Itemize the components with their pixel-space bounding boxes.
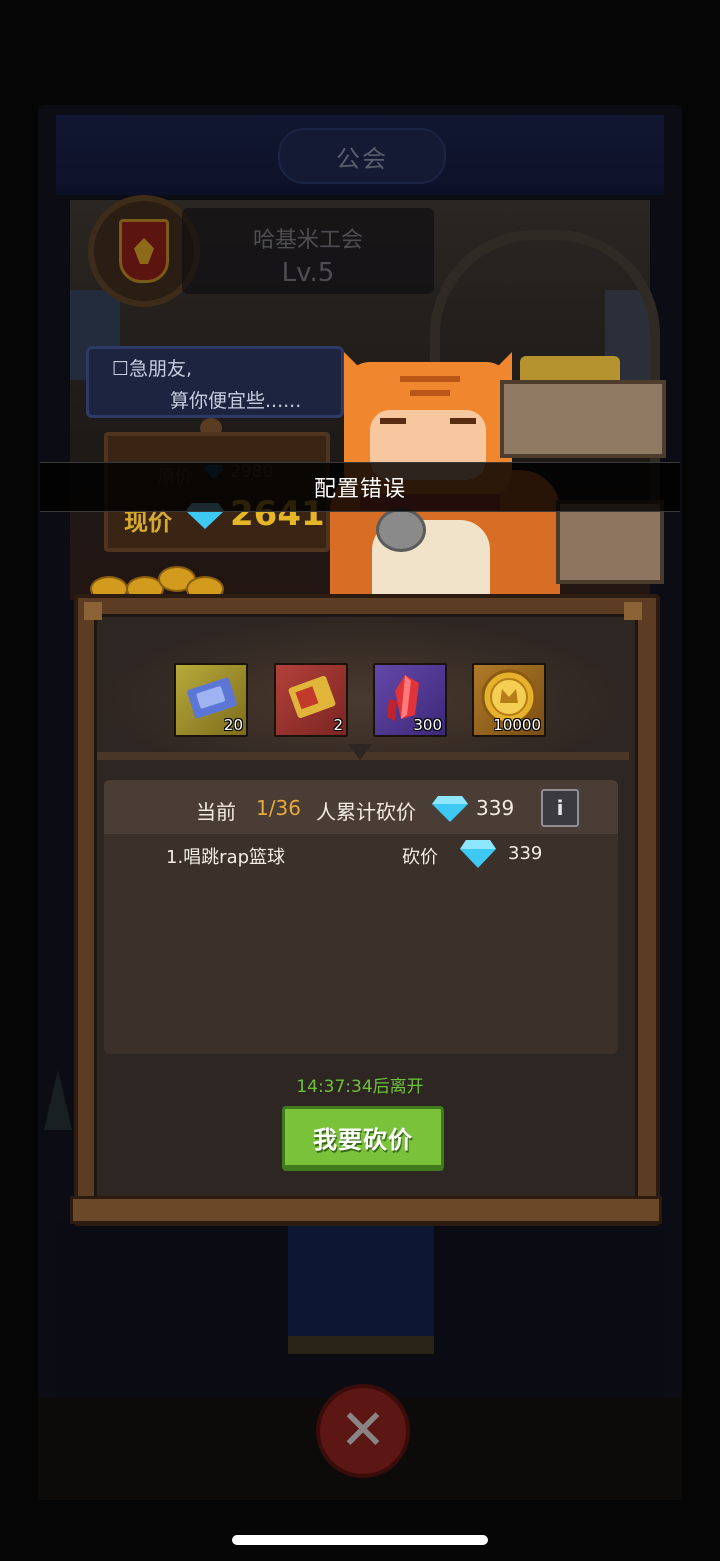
reward-gold-coin[interactable]: 10000 — [472, 663, 546, 737]
speech-line-2: 算你便宜些...... — [170, 390, 302, 412]
panel-corner — [624, 602, 642, 620]
home-indicator[interactable] — [232, 1535, 488, 1545]
current-label: 当前 — [196, 800, 236, 824]
total-cut-value: 339 — [476, 796, 515, 820]
total-cut-label: 人累计砍价 — [316, 800, 416, 824]
reward-count: 2 — [333, 716, 343, 734]
speech-line-1: ☐急朋友, — [112, 358, 193, 380]
goods-chest — [556, 500, 664, 584]
reward-red-crystal[interactable]: 300 — [373, 663, 447, 737]
reward-count: 20 — [223, 716, 243, 734]
diamond-icon — [432, 796, 468, 822]
record-action: 砍价 — [402, 847, 438, 868]
guild-banner — [288, 1218, 434, 1352]
guild-level: Lv.5 — [281, 258, 335, 288]
reward-count: 300 — [413, 716, 442, 734]
close-button[interactable]: ✕ — [316, 1384, 410, 1478]
diamond-icon — [460, 840, 496, 868]
bargain-progress: 1/36 — [256, 796, 301, 820]
error-toast: 配置错误 — [40, 462, 680, 512]
guild-banner-fringe — [288, 1336, 434, 1354]
panel-corner — [84, 602, 102, 620]
guild-title-tab: 公会 — [278, 128, 446, 184]
reward-card[interactable]: 2 — [274, 663, 348, 737]
cat-stripe — [400, 376, 460, 382]
cat-bell-icon — [376, 508, 426, 552]
guild-info: 哈基米工会 Lv.5 — [182, 208, 434, 294]
goods-crate — [500, 380, 666, 458]
guild-name: 哈基米工会 — [252, 228, 363, 253]
bargain-button[interactable]: 我要砍价 — [282, 1106, 444, 1171]
leave-timer: 14:37:34后离开 — [296, 1077, 424, 1097]
cat-stripe — [410, 390, 450, 396]
cat-eye-left — [380, 418, 406, 424]
reward-ticket[interactable]: 20 — [174, 663, 248, 737]
record-player-name: 1.唱跳rap篮球 — [166, 847, 286, 868]
info-button[interactable]: i — [541, 789, 579, 827]
record-value: 339 — [508, 843, 543, 864]
reward-count: 10000 — [493, 716, 541, 734]
cat-eye-right — [450, 418, 476, 424]
panel-shelf — [70, 1196, 662, 1224]
